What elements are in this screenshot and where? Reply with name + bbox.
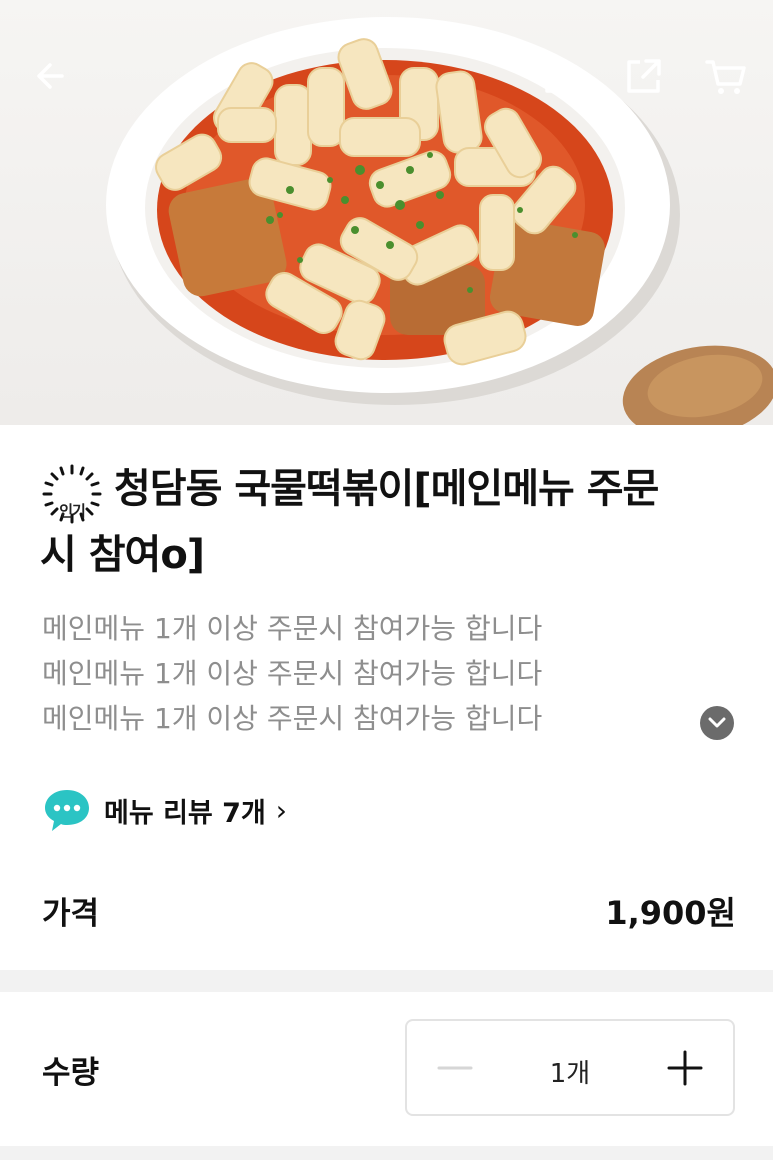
cart-icon [705, 60, 746, 94]
chevron-right-icon: › [275, 793, 287, 827]
section-divider [0, 970, 773, 992]
description-line: 메인메뉴 1개 이상 주문시 참여가능 합니다 [42, 657, 543, 690]
share-button[interactable] [620, 52, 668, 100]
title-line-1: 청담동 국물떡볶이[메인메뉴 주문 [114, 466, 659, 512]
price-row: 가격 1,900원 [42, 888, 736, 938]
menu-review-link[interactable]: 메뉴 리뷰 7개 › [42, 785, 287, 835]
description-line: 메인메뉴 1개 이상 주문시 참여가능 합니다 [42, 612, 543, 645]
price-label: 가격 [42, 896, 100, 932]
share-icon [627, 59, 661, 93]
quantity-label: 수량 [42, 1055, 100, 1091]
cart-button[interactable] [702, 52, 750, 100]
home-icon [545, 59, 579, 93]
increase-quantity-button[interactable] [661, 1044, 709, 1092]
title-line-2: 시 참여o] [40, 532, 205, 578]
arrow-left-icon [37, 63, 64, 89]
product-title: 인기 청담동 국물떡볶이[메인메뉴 주문 시 참여o] [40, 460, 740, 584]
chevron-down-icon [708, 717, 726, 728]
description-line: 메인메뉴 1개 이상 주문시 참여가능 합니다 [42, 702, 543, 735]
section-divider [0, 1146, 773, 1160]
review-label: 메뉴 리뷰 7개 [104, 797, 266, 829]
plus-icon [667, 1050, 703, 1086]
back-button[interactable] [28, 52, 76, 100]
expand-description-button[interactable] [700, 706, 734, 740]
product-image [0, 0, 773, 425]
home-button[interactable] [538, 52, 586, 100]
price-value: 1,900원 [605, 894, 736, 932]
product-description: 메인메뉴 1개 이상 주문시 참여가능 합니다 메인메뉴 1개 이상 주문시 참… [42, 606, 662, 741]
product-title-block: 인기 청담동 국물떡볶이[메인메뉴 주문 시 참여o] [40, 460, 740, 584]
quantity-stepper: 1개 [405, 1019, 735, 1116]
speech-bubble-icon [45, 790, 89, 831]
popular-badge: 인기 [40, 462, 104, 526]
badge-label: 인기 [59, 502, 86, 520]
